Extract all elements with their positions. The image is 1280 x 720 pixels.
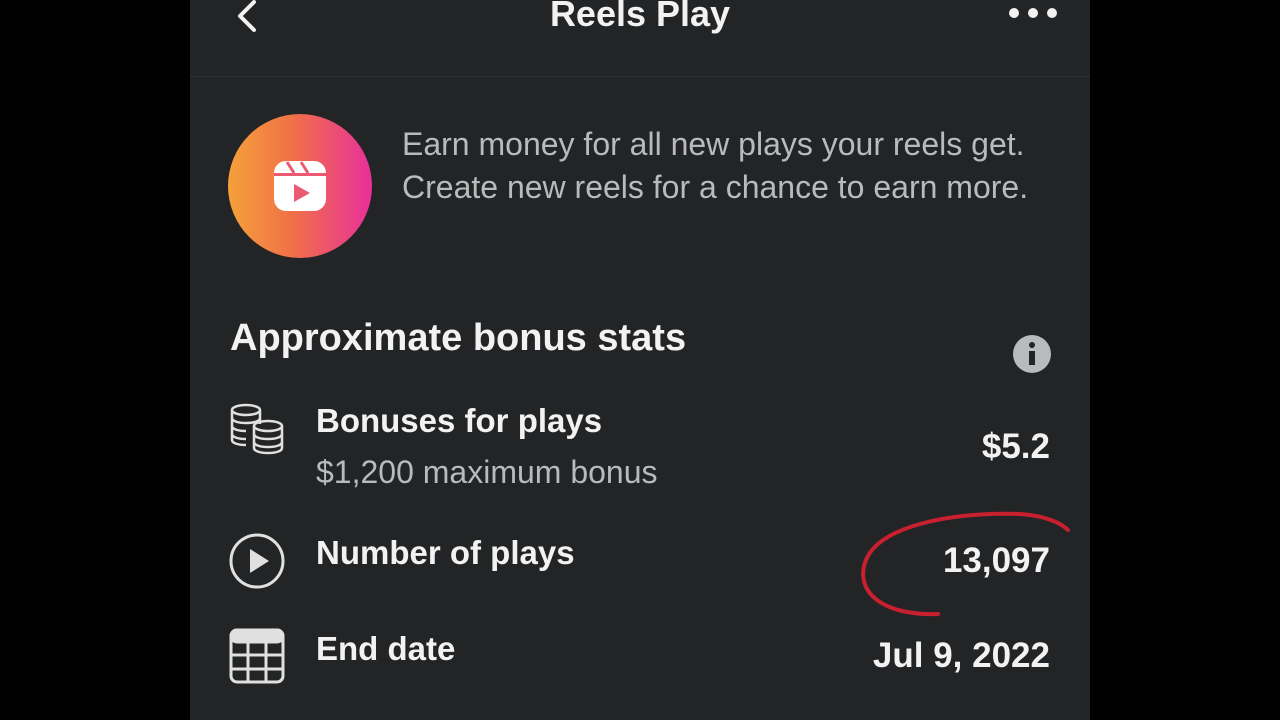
reels-play-screen: Reels Play Earn money for all new plays … bbox=[190, 0, 1090, 720]
intro-text: Earn money for all new plays your reels … bbox=[402, 126, 1029, 205]
play-circle-icon bbox=[228, 532, 286, 595]
maximum-bonus-text: $1,200 maximum bonus bbox=[316, 454, 658, 490]
top-bar: Reels Play bbox=[190, 0, 1090, 77]
more-horizontal-icon[interactable] bbox=[1006, 0, 1062, 26]
reels-logo bbox=[228, 114, 372, 258]
number-of-plays-value: 13,097 bbox=[942, 541, 1050, 580]
bonuses-label: Bonuses for plays bbox=[316, 402, 603, 439]
reels-icon bbox=[274, 161, 326, 211]
coins-icon bbox=[228, 402, 286, 463]
page-title: Reels Play bbox=[549, 0, 731, 34]
number-of-plays-label: Number of plays bbox=[316, 534, 575, 571]
end-date-value: Jul 9, 2022 bbox=[872, 636, 1050, 675]
bonus-value: $5.2 bbox=[981, 427, 1050, 466]
info-icon[interactable] bbox=[1012, 334, 1052, 374]
section-title: Approximate bonus stats bbox=[230, 317, 687, 359]
calendar-icon bbox=[228, 627, 286, 690]
end-date-label: End date bbox=[316, 630, 456, 667]
